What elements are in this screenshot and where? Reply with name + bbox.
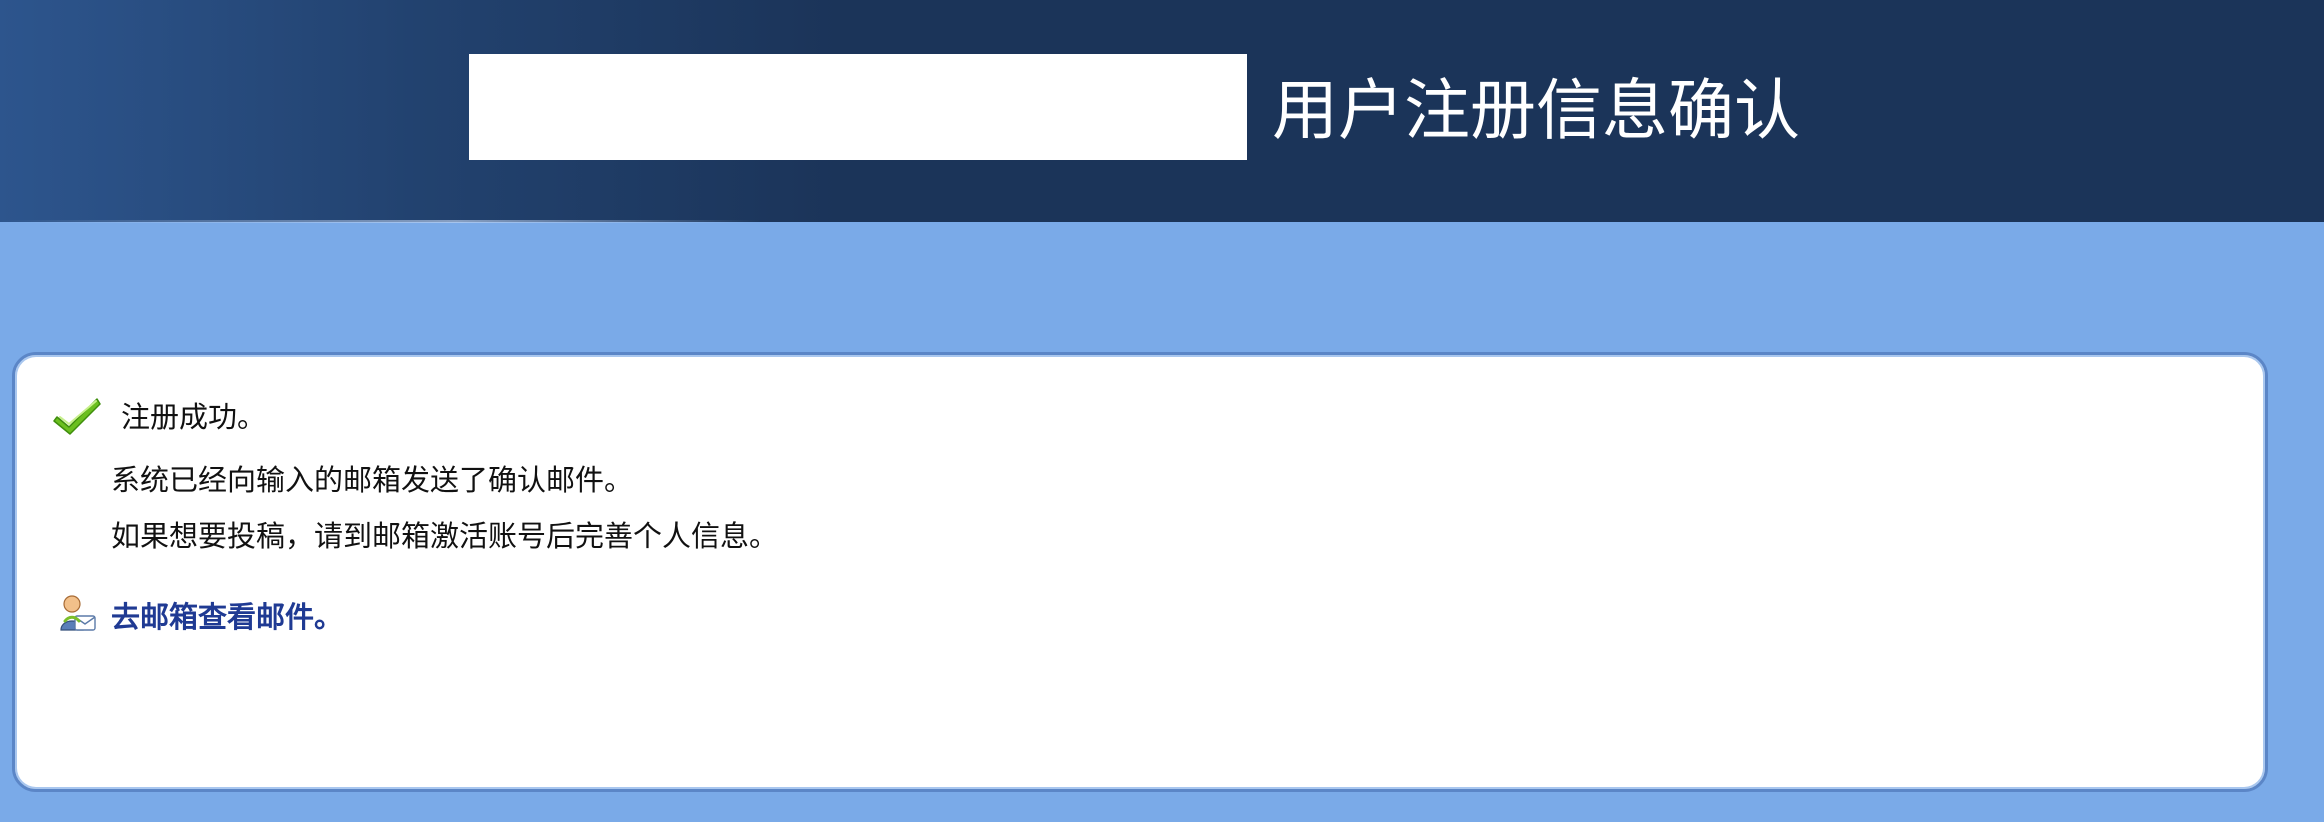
check-icon (53, 398, 101, 435)
instruction-text: 如果想要投稿，请到邮箱激活账号后完善个人信息。 (111, 519, 779, 553)
confirmation-panel: 注册成功。 系统已经向输入的邮箱发送了确认邮件。 如果想要投稿，请到邮箱激活账号… (12, 352, 2268, 792)
user-mail-icon (60, 595, 96, 631)
check-mail-link-row[interactable]: 去邮箱查看邮件。 (53, 591, 343, 639)
email-sent-text: 系统已经向输入的邮箱发送了确认邮件。 (111, 463, 634, 497)
page-title: 用户注册信息确认 (1272, 72, 1800, 149)
logo-placeholder (469, 54, 1247, 160)
success-text: 注册成功。 (121, 400, 267, 434)
check-mail-link[interactable]: 去邮箱查看邮件。 (111, 594, 343, 636)
success-message-row: 注册成功。 (53, 391, 266, 439)
header-highlight-line (0, 220, 760, 223)
page-header: 用户注册信息确认 (0, 0, 2324, 223)
